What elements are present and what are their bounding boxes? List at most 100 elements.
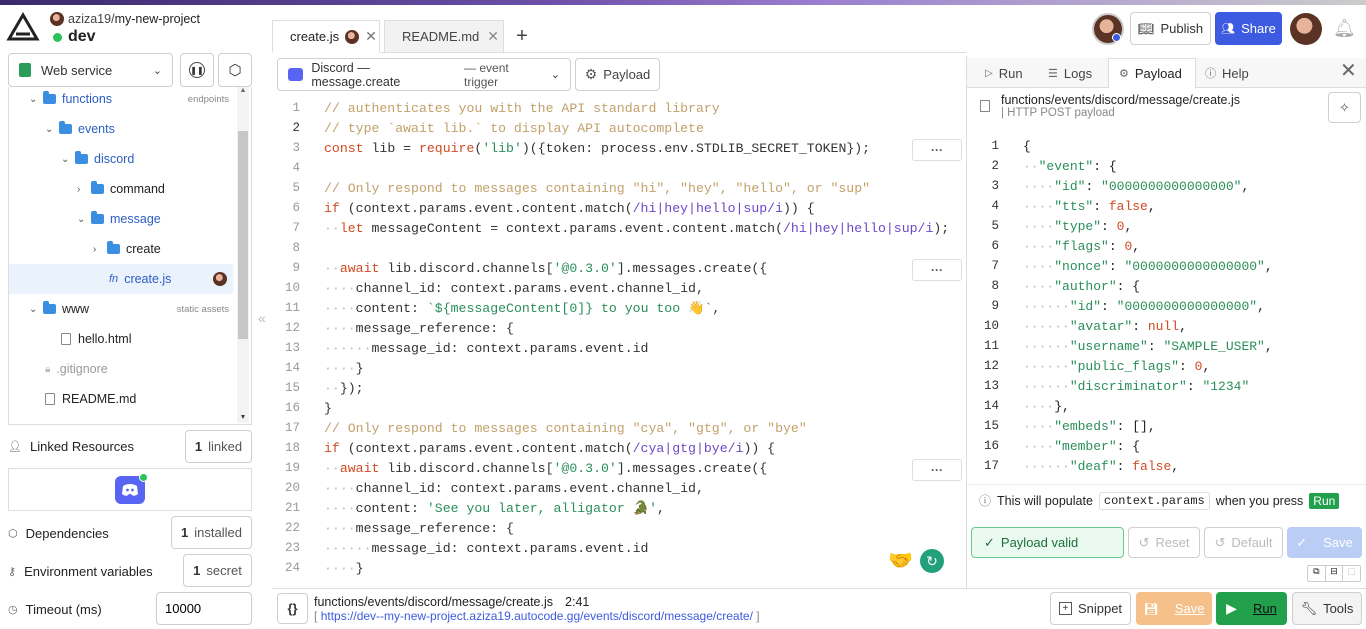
code-line[interactable]: 4: [272, 158, 324, 178]
code-line[interactable]: 13 ······message_id: context.params.event…: [272, 338, 648, 358]
json-line[interactable]: 2 ··"event": {: [967, 156, 1116, 176]
tab-run[interactable]: ▷ Run: [985, 58, 1023, 88]
tab-readme[interactable]: README.md ✕: [384, 20, 504, 53]
package-button[interactable]: ⬡: [218, 53, 252, 87]
code-line[interactable]: 3 const lib = require('lib')({token: proc…: [272, 138, 870, 158]
linked-count-button[interactable]: 1 linked: [185, 430, 252, 463]
snippet-button[interactable]: + Snippet: [1050, 592, 1131, 625]
new-tab-button[interactable]: +: [508, 20, 536, 53]
tree-item-message[interactable]: ⌄ message: [77, 204, 161, 234]
tree-item-www[interactable]: ⌄ www static assets: [29, 294, 229, 324]
pause-button[interactable]: ❚❚: [180, 53, 214, 87]
timeout-input[interactable]: [156, 592, 252, 625]
tree-item-gitignore[interactable]: 🔒︎ .gitignore: [45, 354, 108, 384]
code-line[interactable]: 19 ··await lib.discord.channels['@0.3.0']…: [272, 458, 767, 478]
close-icon[interactable]: ✕: [365, 28, 377, 45]
json-line[interactable]: 10 ······"avatar": null,: [967, 316, 1187, 336]
code-line[interactable]: 8: [272, 238, 324, 258]
save-button[interactable]: 💾︎ Save: [1136, 592, 1212, 625]
tree-item-events[interactable]: ⌄ events: [45, 114, 115, 144]
layout-toggle[interactable]: ⧉ ⊟ ▢: [1307, 565, 1361, 582]
json-line[interactable]: 1{: [967, 136, 1030, 156]
share-button[interactable]: 👥︎ Share: [1215, 12, 1282, 45]
json-line[interactable]: 16 ····"member": {: [967, 436, 1140, 456]
autocode-logo-icon[interactable]: [6, 12, 40, 46]
tree-item-command[interactable]: › command: [77, 174, 165, 204]
json-line[interactable]: 3 ····"id": "0000000000000000",: [967, 176, 1249, 196]
tree-item-discord[interactable]: ⌄ discord: [61, 144, 134, 174]
payload-button[interactable]: ⚙ Payload: [575, 58, 660, 91]
magic-format-button[interactable]: ✧: [1328, 92, 1361, 123]
code-line[interactable]: 9 ··await lib.discord.channels['@0.3.0'].…: [272, 258, 767, 278]
tree-item-functions[interactable]: ⌄ functions endpoints: [29, 87, 229, 114]
service-select[interactable]: Web service ⌄: [8, 53, 173, 87]
code-line[interactable]: 12 ····message_reference: {: [272, 318, 514, 338]
tree-item-create-folder[interactable]: › create: [93, 234, 161, 264]
publish-button[interactable]: 📖︎ Publish: [1130, 12, 1211, 45]
code-line[interactable]: 18 if (context.params.event.content.match…: [272, 438, 775, 458]
code-fold-menu[interactable]: ···: [912, 139, 962, 161]
project-path[interactable]: aziza19/my-new-project: [68, 12, 200, 26]
layout-split-icon[interactable]: ⧉: [1308, 566, 1326, 581]
status-url[interactable]: [ https://dev--my-new-project.aziza19.au…: [314, 609, 760, 623]
tab-payload[interactable]: ⚙ Payload: [1108, 58, 1196, 89]
json-line[interactable]: 12 ······"public_flags": 0,: [967, 356, 1210, 376]
close-panel-icon[interactable]: ✕: [1340, 58, 1357, 83]
code-line[interactable]: 14 ····}: [272, 358, 364, 378]
tree-item-readme[interactable]: README.md: [45, 384, 136, 414]
layout-full-icon[interactable]: ▢: [1343, 566, 1360, 581]
code-line[interactable]: 11 ····content: `${messageContent[0]} to …: [272, 298, 720, 318]
tree-item-create-js[interactable]: fn create.js: [9, 264, 233, 294]
tools-button[interactable]: 🔧︎ Tools: [1292, 592, 1362, 625]
dependencies-button[interactable]: 1 installed: [171, 516, 252, 549]
json-line[interactable]: 6 ····"flags": 0,: [967, 236, 1140, 256]
json-line[interactable]: 11 ······"username": "SAMPLE_USER",: [967, 336, 1273, 356]
tab-help[interactable]: ⓘ Help: [1205, 58, 1249, 88]
save-payload-button[interactable]: ✓ Save: [1287, 527, 1362, 558]
code-line[interactable]: 24 ····}: [272, 558, 364, 578]
json-line[interactable]: 14 ····},: [967, 396, 1070, 416]
code-line[interactable]: 2 // type `await lib.` to display API aut…: [272, 118, 703, 138]
reset-button[interactable]: ↺ Reset: [1128, 527, 1200, 558]
user-avatar[interactable]: [1290, 13, 1322, 45]
close-icon[interactable]: ✕: [487, 28, 499, 45]
code-line[interactable]: 21 ····content: 'See you later, alligator…: [272, 498, 665, 518]
discord-resource-icon[interactable]: [115, 473, 148, 504]
tab-create-js[interactable]: create.js ✕: [272, 20, 380, 53]
refresh-icon[interactable]: ↻: [920, 549, 944, 573]
json-line[interactable]: 4 ····"tts": false,: [967, 196, 1155, 216]
trigger-select[interactable]: Discord — message.create — event trigger…: [277, 58, 571, 91]
code-line[interactable]: 22 ····message_reference: {: [272, 518, 514, 538]
env-label[interactable]: dev: [68, 28, 96, 46]
code-line[interactable]: 5 // Only respond to messages containing …: [272, 178, 870, 198]
code-line[interactable]: 7 ··let messageContent = context.params.e…: [272, 218, 949, 238]
handshake-icon[interactable]: 🤝: [888, 548, 913, 573]
code-fold-menu[interactable]: ···: [912, 459, 962, 481]
code-line[interactable]: 6 if (context.params.event.content.match(…: [272, 198, 814, 218]
code-line[interactable]: 23 ······message_id: context.params.event…: [272, 538, 648, 558]
json-line[interactable]: 7 ····"nonce": "0000000000000000",: [967, 256, 1272, 276]
code-fold-menu[interactable]: ···: [912, 259, 962, 281]
code-line[interactable]: 16}: [272, 398, 332, 418]
notifications-bell-icon[interactable]: 🔔︎: [1333, 18, 1356, 39]
json-line[interactable]: 15 ····"embeds": [],: [967, 416, 1156, 436]
code-line[interactable]: 1 // authenticates you with the API stand…: [272, 98, 719, 118]
json-line[interactable]: 8 ····"author": {: [967, 276, 1140, 296]
code-editor[interactable]: 1 // authenticates you with the API stand…: [272, 98, 966, 588]
env-vars-button[interactable]: 1 secret: [183, 554, 252, 587]
braces-button[interactable]: {}: [277, 593, 308, 624]
run-button[interactable]: ▶ Run: [1216, 592, 1287, 625]
tree-item-hello-html[interactable]: hello.html: [61, 324, 132, 354]
json-editor[interactable]: 1{2 ··"event": {3 ····"id": "0000000000000…: [967, 136, 1366, 476]
code-line[interactable]: 10 ····channel_id: context.params.event.c…: [272, 278, 704, 298]
json-line[interactable]: 13 ······"discriminator": "1234": [967, 376, 1249, 396]
scroll-thumb[interactable]: [238, 131, 248, 339]
code-line[interactable]: 20 ····channel_id: context.params.event.c…: [272, 478, 704, 498]
json-line[interactable]: 9 ······"id": "0000000000000000",: [967, 296, 1264, 316]
json-line[interactable]: 5 ····"type": 0,: [967, 216, 1132, 236]
tree-scrollbar[interactable]: ▲ ▼: [237, 87, 249, 423]
default-button[interactable]: ↺ Default: [1204, 527, 1283, 558]
code-line[interactable]: 15 ··});: [272, 378, 364, 398]
collapse-sidebar-icon[interactable]: «: [258, 310, 266, 326]
json-line[interactable]: 17 ······"deaf": false,: [967, 456, 1179, 476]
